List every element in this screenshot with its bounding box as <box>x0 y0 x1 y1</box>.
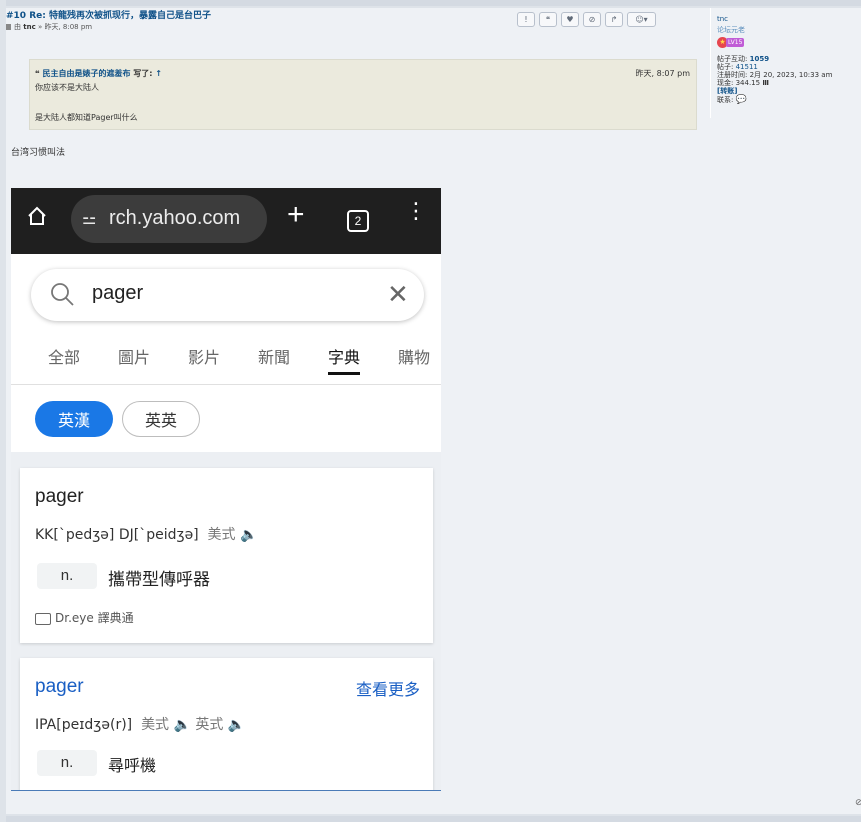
quote-author-link[interactable]: 民主自由是婊子的遮羞布 <box>43 69 131 78</box>
thanks-button[interactable]: ♥ <box>561 12 579 27</box>
card1-phonetics: KK[ˋpedʒə] DJ[ˋpeidʒə] 美式 🔈 <box>35 527 258 543</box>
result-tabs: 全部 圖片 影片 新聞 字典 購物 <box>11 342 441 382</box>
pill-en-zh: 英漢 <box>35 401 113 437</box>
quote-wrote: 写了: <box>133 69 153 78</box>
profile-rank: 论坛元老 <box>717 26 745 34</box>
post-body-text: 台湾习惯叫法 <box>11 148 66 158</box>
tab-shopping: 購物 <box>398 348 431 367</box>
more-icon: ⋮ <box>405 199 427 224</box>
site-settings-icon: ⚍ <box>82 209 97 228</box>
chat-icon[interactable]: 💬 <box>736 95 747 105</box>
warn-button[interactable]: ⊘ <box>583 12 601 27</box>
search-box: pager ✕ <box>31 269 424 321</box>
post-author-link[interactable]: tnc <box>23 23 35 31</box>
level-tag: LV15 <box>726 38 745 47</box>
quote-line-2: 是大陆人都知道Pager叫什么 <box>35 113 138 122</box>
top-divider <box>6 0 861 6</box>
tab-videos: 影片 <box>188 348 221 367</box>
card1-source: Dr.eye 譯典通 <box>35 609 134 626</box>
link-icon[interactable]: ⊘ <box>855 798 861 808</box>
speaker-icon: 🔈 <box>227 717 246 733</box>
transfer-link[interactable]: [转账] <box>717 87 737 95</box>
tabs-divider <box>11 384 441 385</box>
quote-line-1: 你应该不是大陆人 <box>35 83 99 92</box>
profile-registered: 注册时间: 2月 20, 2023, 10:33 am <box>717 71 833 79</box>
tab-images: 圖片 <box>118 348 151 367</box>
reaction-button[interactable]: ☺▾ <box>627 12 656 27</box>
bottom-divider <box>6 816 861 822</box>
embedded-screenshot[interactable]: ⚍ rch.yahoo.com + 2 ⋮ pager ✕ 全部 圖片 影片 新… <box>11 188 441 791</box>
post-byline: 由 tnc » 昨天, 8:08 pm <box>6 22 92 32</box>
clear-icon: ✕ <box>387 279 409 309</box>
url-text: rch.yahoo.com <box>109 207 241 229</box>
search-query: pager <box>92 282 144 304</box>
quote-time: 昨天, 8:07 pm <box>635 69 690 78</box>
author-profile: tnc 论坛元老 ★ LV15 帖子互动: 1059 帖子: 41511 注册时… <box>710 8 861 118</box>
profile-contact: 联系: 💬 <box>717 95 747 105</box>
tab-count: 2 <box>347 210 369 232</box>
profile-cash: 现金: 344.15 Ⅲ <box>717 79 769 87</box>
search-header: pager ✕ 全部 圖片 影片 新聞 字典 購物 英漢 英英 <box>11 254 441 452</box>
dictionary-card-1: pager KK[ˋpedʒə] DJ[ˋpeidʒə] 美式 🔈 n. 攜帶型… <box>20 468 433 643</box>
dictionary-card-2: pager 查看更多 IPA[peɪdʒə(r)] 美式 🔈 英式 🔈 n. 尋… <box>20 658 433 790</box>
mobile-browser-bar: ⚍ rch.yahoo.com + 2 ⋮ <box>11 188 441 254</box>
pill-en-en: 英英 <box>122 401 200 437</box>
card2-pos: n. <box>37 750 97 776</box>
tab-all: 全部 <box>48 348 81 367</box>
card2-phonetics: IPA[peɪdʒə(r)] 美式 🔈 英式 🔈 <box>35 717 246 733</box>
post-icon <box>6 24 11 30</box>
report-button[interactable]: ! <box>517 12 535 27</box>
profile-interactions: 帖子互动: 1059 <box>717 55 770 63</box>
post-time: » 昨天, 8:08 pm <box>37 23 93 31</box>
post-actions: ! ❝ ♥ ⊘ ↱ ☺▾ <box>517 12 656 27</box>
book-icon <box>35 612 51 625</box>
card1-pos: n. <box>37 563 97 589</box>
tab-news: 新聞 <box>258 348 291 367</box>
by-prefix: 由 <box>14 23 21 31</box>
search-icon <box>51 283 74 306</box>
quote-button[interactable]: ❝ <box>539 12 557 27</box>
share-button[interactable]: ↱ <box>605 12 623 27</box>
card2-meaning: 尋呼機 <box>108 756 157 775</box>
quote-jump-arrow[interactable]: ↑ <box>155 69 162 78</box>
quote-mark-icon: ❝ <box>35 69 40 78</box>
quote-header: ❝ 民主自由是婊子的遮羞布 写了: ↑ <box>35 68 162 79</box>
speaker-icon: 🔈 <box>240 527 258 543</box>
profile-posts: 帖子: 41511 <box>717 63 758 71</box>
tab-dictionary: 字典 <box>328 344 361 375</box>
speaker-icon: 🔈 <box>173 717 191 733</box>
cash-icon: Ⅲ <box>762 79 769 87</box>
post-title[interactable]: #10 Re: 特龍残再次被抓现行，暴露自己是台巴子 <box>6 8 211 21</box>
url-bar: ⚍ rch.yahoo.com <box>71 195 267 243</box>
home-icon <box>28 206 46 225</box>
card2-word: pager <box>35 676 84 697</box>
profile-username[interactable]: tnc <box>717 15 728 23</box>
new-tab-icon: + <box>287 198 305 231</box>
quote-block: ❝ 民主自由是婊子的遮羞布 写了: ↑ 昨天, 8:07 pm 你应该不是大陆人… <box>29 59 697 130</box>
level-badge: ★ LV15 <box>717 37 745 48</box>
card1-word: pager <box>35 486 84 507</box>
card2-more: 查看更多 <box>355 680 420 699</box>
card1-meaning: 攜帶型傳呼器 <box>108 570 210 590</box>
